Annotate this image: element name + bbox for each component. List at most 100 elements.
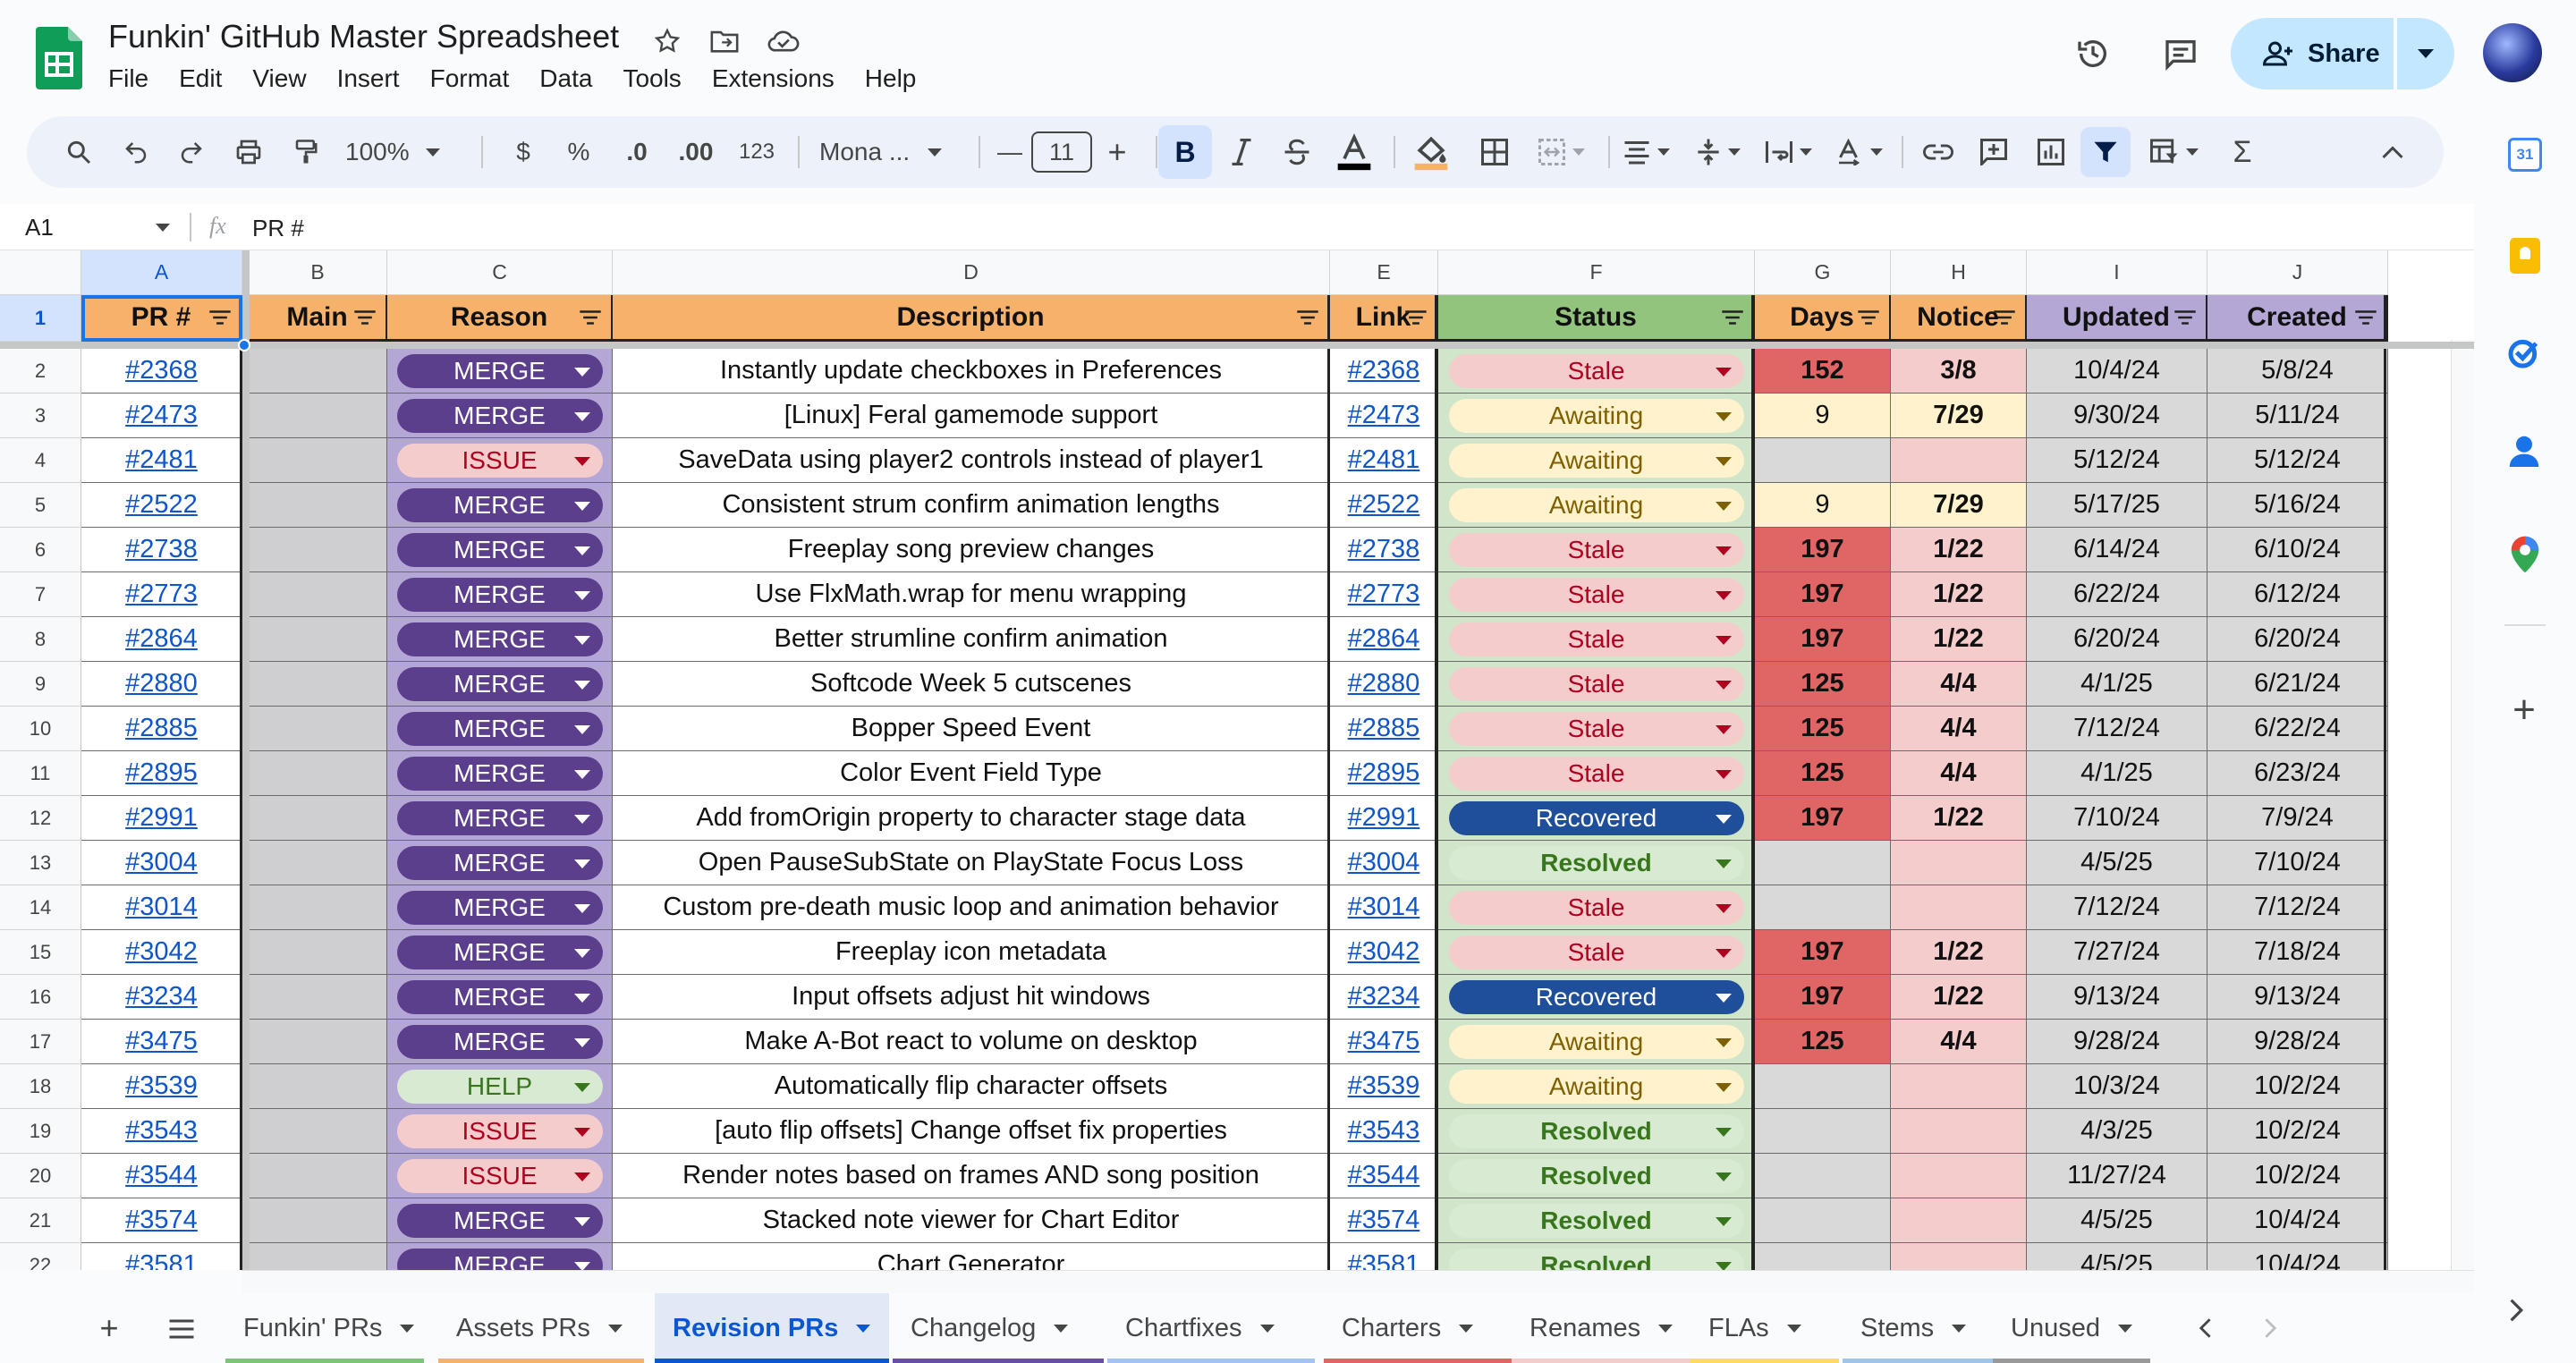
cell-main[interactable] — [249, 483, 387, 528]
filter-menu-icon[interactable] — [1857, 309, 1880, 326]
row-header-19[interactable]: 19 — [0, 1109, 81, 1154]
reason-chip[interactable]: ISSUE — [396, 443, 603, 478]
cell-pr[interactable]: #3004 — [81, 841, 242, 885]
column-header-d[interactable]: D — [613, 250, 1330, 295]
cell-updated[interactable]: 7/27/24 — [2027, 930, 2207, 975]
header-cell-link[interactable]: Link — [1330, 295, 1438, 342]
scroll-tabs-right-button[interactable] — [2250, 1308, 2292, 1349]
cell-pr[interactable]: #3581 — [81, 1243, 242, 1270]
cell-updated[interactable]: 4/1/25 — [2027, 662, 2207, 707]
cell-pr[interactable]: #2885 — [81, 707, 242, 751]
cell-link[interactable]: #3234 — [1330, 975, 1438, 1020]
tasks-icon[interactable] — [2506, 334, 2542, 370]
cell-link[interactable]: #2522 — [1330, 483, 1438, 528]
cell-days[interactable]: 197 — [1755, 572, 1891, 617]
cell-pr[interactable]: #2864 — [81, 617, 242, 662]
more-formats-button[interactable]: 123 — [728, 116, 785, 188]
cell-created[interactable]: 7/9/24 — [2207, 796, 2388, 841]
cell-reason[interactable]: ISSUE — [387, 438, 613, 483]
column-header-a[interactable]: A — [81, 250, 242, 295]
functions-icon[interactable]: Σ — [2218, 116, 2267, 188]
pr-number-link[interactable]: #2522 — [125, 490, 198, 520]
cell-pr[interactable]: #2773 — [81, 572, 242, 617]
sheet-tab-changelog[interactable]: Changelog — [893, 1293, 1104, 1363]
pr-number-link[interactable]: #3042 — [125, 937, 198, 967]
cell-created[interactable]: 6/22/24 — [2207, 707, 2388, 751]
sheets-logo-icon[interactable] — [36, 27, 82, 89]
cell-reason[interactable]: MERGE — [387, 662, 613, 707]
borders-button[interactable] — [1469, 116, 1521, 188]
row-header-20[interactable]: 20 — [0, 1154, 81, 1198]
text-wrapping-button[interactable] — [1757, 116, 1821, 188]
row-header-2[interactable]: 2 — [0, 349, 81, 394]
status-chip[interactable]: Awaiting — [1448, 398, 1744, 433]
cell-notice[interactable]: 1/22 — [1891, 528, 2027, 572]
sheet-tab-charters[interactable]: Charters — [1324, 1293, 1528, 1363]
filter-views-button[interactable] — [2140, 116, 2209, 188]
cell-main[interactable] — [249, 572, 387, 617]
cell-main[interactable] — [249, 349, 387, 394]
cell-notice[interactable] — [1891, 1243, 2027, 1270]
pr-number-link[interactable]: #2991 — [125, 803, 198, 833]
cell-link[interactable]: #2473 — [1330, 394, 1438, 438]
filter-menu-icon[interactable] — [208, 309, 232, 326]
cell-days[interactable] — [1755, 1109, 1891, 1154]
cell-reason[interactable]: MERGE — [387, 1243, 613, 1270]
select-all-corner[interactable] — [0, 250, 81, 295]
cell-pr[interactable]: #2473 — [81, 394, 242, 438]
github-link[interactable]: #3042 — [1348, 937, 1420, 967]
reason-chip[interactable]: MERGE — [396, 800, 603, 835]
cell-link[interactable]: #2738 — [1330, 528, 1438, 572]
cell-status[interactable]: Resolved — [1438, 1154, 1755, 1198]
cell-days[interactable]: 125 — [1755, 1020, 1891, 1064]
menu-data[interactable]: Data — [539, 64, 592, 100]
row-header-15[interactable]: 15 — [0, 930, 81, 975]
cell-desc[interactable]: Softcode Week 5 cutscenes — [613, 662, 1330, 707]
cell-pr[interactable]: #3042 — [81, 930, 242, 975]
status-chip[interactable]: Resolved — [1448, 1113, 1744, 1148]
status-chip[interactable]: Recovered — [1448, 800, 1744, 835]
cell-status[interactable]: Stale — [1438, 707, 1755, 751]
cell-created[interactable]: 6/12/24 — [2207, 572, 2388, 617]
cell-desc[interactable]: Automatically flip character offsets — [613, 1064, 1330, 1109]
pr-number-link[interactable]: #2481 — [125, 445, 198, 475]
cell-reason[interactable]: MERGE — [387, 572, 613, 617]
cell-notice[interactable]: 1/22 — [1891, 975, 2027, 1020]
status-chip[interactable]: Stale — [1448, 890, 1744, 925]
collapse-menus-icon[interactable] — [2368, 116, 2417, 188]
pr-number-link[interactable]: #3004 — [125, 848, 198, 877]
add-sheet-button[interactable]: + — [86, 1308, 132, 1349]
status-chip[interactable]: Resolved — [1448, 845, 1744, 880]
column-header-f[interactable]: F — [1438, 250, 1755, 295]
cell-desc[interactable]: Chart Generator — [613, 1243, 1330, 1270]
sheet-tab-funkin-prs[interactable]: Funkin' PRs — [225, 1293, 424, 1363]
cell-created[interactable]: 5/11/24 — [2207, 394, 2388, 438]
reason-chip[interactable]: MERGE — [396, 622, 603, 656]
github-link[interactable]: #3574 — [1348, 1206, 1420, 1235]
filter-menu-icon[interactable] — [353, 309, 377, 326]
cell-updated[interactable]: 10/4/24 — [2027, 349, 2207, 394]
header-cell-desc[interactable]: Description — [613, 295, 1330, 342]
cell-days[interactable]: 197 — [1755, 975, 1891, 1020]
cell-pr[interactable]: #2522 — [81, 483, 242, 528]
header-cell-pr[interactable]: PR # — [81, 295, 242, 342]
cell-pr[interactable]: #2991 — [81, 796, 242, 841]
header-cell-created[interactable]: Created — [2207, 295, 2388, 342]
filter-menu-icon[interactable] — [1993, 309, 2016, 326]
share-button[interactable]: Share — [2231, 18, 2394, 89]
cell-desc[interactable]: Freeplay song preview changes — [613, 528, 1330, 572]
cell-link[interactable]: #2880 — [1330, 662, 1438, 707]
cell-created[interactable]: 7/10/24 — [2207, 841, 2388, 885]
cell-main[interactable] — [249, 930, 387, 975]
selection-fill-handle[interactable] — [238, 339, 250, 351]
column-header-j[interactable]: J — [2207, 250, 2388, 295]
github-link[interactable]: #3475 — [1348, 1027, 1420, 1056]
menu-extensions[interactable]: Extensions — [712, 64, 835, 100]
search-menus-icon[interactable] — [55, 116, 102, 188]
status-chip[interactable]: Stale — [1448, 577, 1744, 612]
cell-notice[interactable]: 4/4 — [1891, 751, 2027, 796]
cell-reason[interactable]: MERGE — [387, 751, 613, 796]
cell-desc[interactable]: Better strumline confirm animation — [613, 617, 1330, 662]
cell-main[interactable] — [249, 1154, 387, 1198]
pr-number-link[interactable]: #2885 — [125, 714, 198, 743]
